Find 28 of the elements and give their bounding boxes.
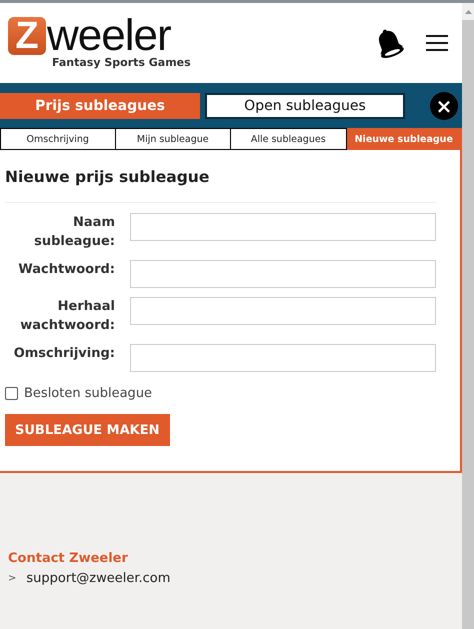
sub-tab[interactable]: Alle subleagues xyxy=(231,128,346,150)
field-label: Omschrijving: xyxy=(12,345,115,363)
input-field[interactable] xyxy=(130,260,436,288)
checkbox[interactable] xyxy=(5,387,18,400)
league-tab[interactable]: Open subleagues xyxy=(205,92,405,118)
logo-word: weeler xyxy=(47,17,171,55)
input-field[interactable] xyxy=(130,344,436,372)
menu-icon[interactable] xyxy=(426,34,448,52)
bullet-marker: > xyxy=(8,573,16,584)
logo-letter: Z xyxy=(8,17,46,55)
sub-tab[interactable]: Omschrijving xyxy=(0,128,116,150)
contact-heading: Contact Zweeler xyxy=(8,551,129,566)
scrollbar[interactable] xyxy=(462,3,474,629)
input-field[interactable] xyxy=(130,213,436,241)
email-link[interactable]: support@zweeler.com xyxy=(26,571,170,586)
league-tab[interactable]: Prijs subleagues xyxy=(0,92,200,118)
sub-tab[interactable]: Nieuwe subleague xyxy=(346,128,462,150)
sub-tab[interactable]: Mijn subleague xyxy=(116,128,231,150)
close-button[interactable]: × xyxy=(430,92,458,120)
scroll-up-icon[interactable] xyxy=(464,10,472,14)
form-title: Nieuwe prijs subleague xyxy=(5,168,210,186)
logo-tagline: Fantasy Sports Games xyxy=(52,56,191,69)
submit-button[interactable]: SUBLEAGUE MAKEN xyxy=(5,414,170,446)
field-label: Naam subleague: xyxy=(33,214,115,251)
checkbox-label: Besloten subleague xyxy=(24,386,152,401)
input-field[interactable] xyxy=(130,297,436,325)
field-label: Wachtwoord: xyxy=(17,261,115,279)
field-label: Herhaal wachtwoord: xyxy=(19,298,115,335)
